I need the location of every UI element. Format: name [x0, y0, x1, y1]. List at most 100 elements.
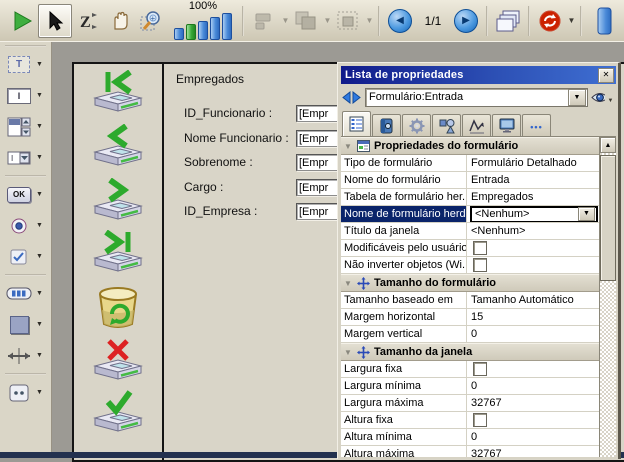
- visibility-button[interactable]: ▼: [591, 91, 615, 104]
- property-value[interactable]: 0: [467, 429, 599, 445]
- property-value[interactable]: [467, 361, 599, 377]
- objects-shapes-tab[interactable]: [432, 114, 461, 136]
- dropdown-arrow-icon[interactable]: ▼: [36, 92, 43, 99]
- property-row[interactable]: Margem horizontal15: [341, 309, 599, 326]
- dropdown-arrow-icon[interactable]: ▼: [606, 98, 615, 104]
- section-collapse-icon[interactable]: ▼: [341, 348, 355, 357]
- palette-panel-dots-tool[interactable]: ▼: [0, 379, 51, 406]
- checkbox[interactable]: [473, 362, 487, 376]
- settings-gear-tab[interactable]: [402, 114, 431, 136]
- dropdown-arrow-icon[interactable]: ▼: [36, 389, 43, 396]
- property-value[interactable]: [467, 240, 599, 256]
- dropdown-arrow-icon[interactable]: ▼: [36, 154, 43, 161]
- clipped-toolbar-button[interactable]: [588, 5, 620, 37]
- windows-button[interactable]: [492, 5, 524, 37]
- zoom-level-control[interactable]: 100%: [174, 1, 232, 40]
- refresh-bucket-button[interactable]: [92, 284, 148, 332]
- checkbox[interactable]: [473, 258, 487, 272]
- palette-list-spinner-tool[interactable]: ▼: [0, 113, 51, 140]
- run-button[interactable]: [6, 5, 38, 37]
- property-row[interactable]: Largura fixa: [341, 361, 599, 378]
- dropdown-arrow-icon[interactable]: ▼: [36, 61, 43, 68]
- scroll-up-button[interactable]: ▲: [600, 137, 616, 153]
- property-row[interactable]: Largura mínima0: [341, 378, 599, 395]
- object-selector-combo[interactable]: Formulário:Entrada ▼: [365, 88, 588, 107]
- section-header[interactable]: ▼Propriedades do formulário: [341, 137, 599, 155]
- property-row[interactable]: Altura máxima32767: [341, 446, 599, 457]
- property-row[interactable]: Altura mínima0: [341, 429, 599, 446]
- checkbox[interactable]: [473, 241, 487, 255]
- more-tab[interactable]: •••: [522, 114, 551, 136]
- properties-panel-titlebar[interactable]: Lista de propriedades ✕: [341, 66, 616, 84]
- next-record-button[interactable]: [92, 178, 148, 226]
- property-row[interactable]: Tipo de formulárioFormulário Detalhado: [341, 155, 599, 172]
- section-collapse-icon[interactable]: ▼: [341, 142, 355, 151]
- accept-record-button[interactable]: [92, 390, 148, 438]
- property-value[interactable]: 32767: [467, 395, 599, 411]
- zoom-bars[interactable]: [174, 13, 232, 40]
- dropdown-arrow-icon[interactable]: ▼: [36, 321, 43, 328]
- property-row[interactable]: Nome de formulário herd...<Nenhum>▼: [341, 206, 599, 223]
- palette-ok-button-tool[interactable]: OK▼: [0, 181, 51, 208]
- property-row[interactable]: Margem vertical0: [341, 326, 599, 343]
- dropdown-arrow-icon[interactable]: ▼: [323, 16, 332, 25]
- combo-drop-button[interactable]: ▼: [568, 89, 586, 106]
- display-tab[interactable]: [492, 114, 521, 136]
- palette-rectangle-tool[interactable]: ▼: [0, 311, 51, 338]
- checkbox[interactable]: [473, 413, 487, 427]
- dropdown-arrow-icon[interactable]: ▼: [365, 16, 374, 25]
- property-value[interactable]: Formulário Detalhado: [467, 155, 599, 171]
- align-stack-button[interactable]: [248, 5, 280, 37]
- section-header[interactable]: ▼Tamanho da janela: [341, 343, 599, 361]
- properties-scrollbar[interactable]: ▲: [599, 137, 616, 457]
- property-row[interactable]: Não inverter objetos (Wi...: [341, 257, 599, 274]
- section-header[interactable]: ▼Tamanho do formulário: [341, 274, 599, 292]
- zoom-select-button[interactable]: +: [136, 5, 168, 37]
- palette-label-tool[interactable]: T▼: [0, 51, 51, 78]
- palette-toolbar-strip-tool[interactable]: ▼: [0, 280, 51, 307]
- section-collapse-icon[interactable]: ▼: [341, 279, 355, 288]
- dropdown-arrow-icon[interactable]: ▼: [36, 123, 43, 130]
- scrollbar-thumb[interactable]: [600, 155, 616, 281]
- property-value[interactable]: [467, 257, 599, 273]
- property-value[interactable]: <Nenhum>: [467, 223, 599, 239]
- property-value[interactable]: 0: [467, 378, 599, 394]
- group-objects-button[interactable]: [290, 5, 322, 37]
- next-page-button[interactable]: ▶: [450, 5, 482, 37]
- value-combo[interactable]: <Nenhum>▼: [471, 207, 597, 222]
- property-row[interactable]: Título da janela<Nenhum>: [341, 223, 599, 240]
- property-value[interactable]: Empregados: [467, 189, 599, 205]
- previous-page-button[interactable]: ◀: [384, 5, 416, 37]
- dropdown-arrow-icon[interactable]: ▼: [36, 253, 43, 260]
- close-button[interactable]: ✕: [598, 68, 614, 83]
- zoom-bar-2[interactable]: [186, 24, 196, 40]
- property-row[interactable]: Nome do formulárioEntrada: [341, 172, 599, 189]
- property-row[interactable]: Largura máxima32767: [341, 395, 599, 412]
- dropdown-arrow-icon[interactable]: ▼: [567, 16, 576, 25]
- curve-tab[interactable]: [462, 114, 491, 136]
- last-record-button[interactable]: [92, 230, 148, 278]
- property-value[interactable]: [467, 412, 599, 428]
- object-cycle-arrows-icon[interactable]: [342, 91, 362, 104]
- dropdown-arrow-icon[interactable]: ▼: [36, 352, 43, 359]
- palette-radio-button-tool[interactable]: ▼: [0, 212, 51, 239]
- palette-checkbox-tool[interactable]: ▼: [0, 243, 51, 270]
- delete-record-button[interactable]: [92, 338, 148, 386]
- property-row[interactable]: Tabela de formulário her...Empregados: [341, 189, 599, 206]
- first-record-button[interactable]: [92, 70, 148, 118]
- data-tab[interactable]: [372, 114, 401, 136]
- property-row[interactable]: Tamanho baseado emTamanho Automático: [341, 292, 599, 309]
- combo-drop-button[interactable]: ▼: [578, 207, 595, 221]
- property-value[interactable]: Tamanho Automático: [467, 292, 599, 308]
- tab-order-button[interactable]: Z: [72, 5, 104, 37]
- properties-list-tab[interactable]: [342, 111, 371, 136]
- palette-text-field-tool[interactable]: I▼: [0, 82, 51, 109]
- palette-splitter-tool[interactable]: ▼: [0, 342, 51, 369]
- zoom-bar-4[interactable]: [210, 17, 220, 40]
- zoom-bar-5[interactable]: [222, 13, 232, 40]
- property-row[interactable]: Altura fixa: [341, 412, 599, 429]
- dropdown-arrow-icon[interactable]: ▼: [281, 16, 290, 25]
- property-value[interactable]: 32767: [467, 446, 599, 457]
- property-value[interactable]: Entrada: [467, 172, 599, 188]
- dropdown-arrow-icon[interactable]: ▼: [36, 222, 43, 229]
